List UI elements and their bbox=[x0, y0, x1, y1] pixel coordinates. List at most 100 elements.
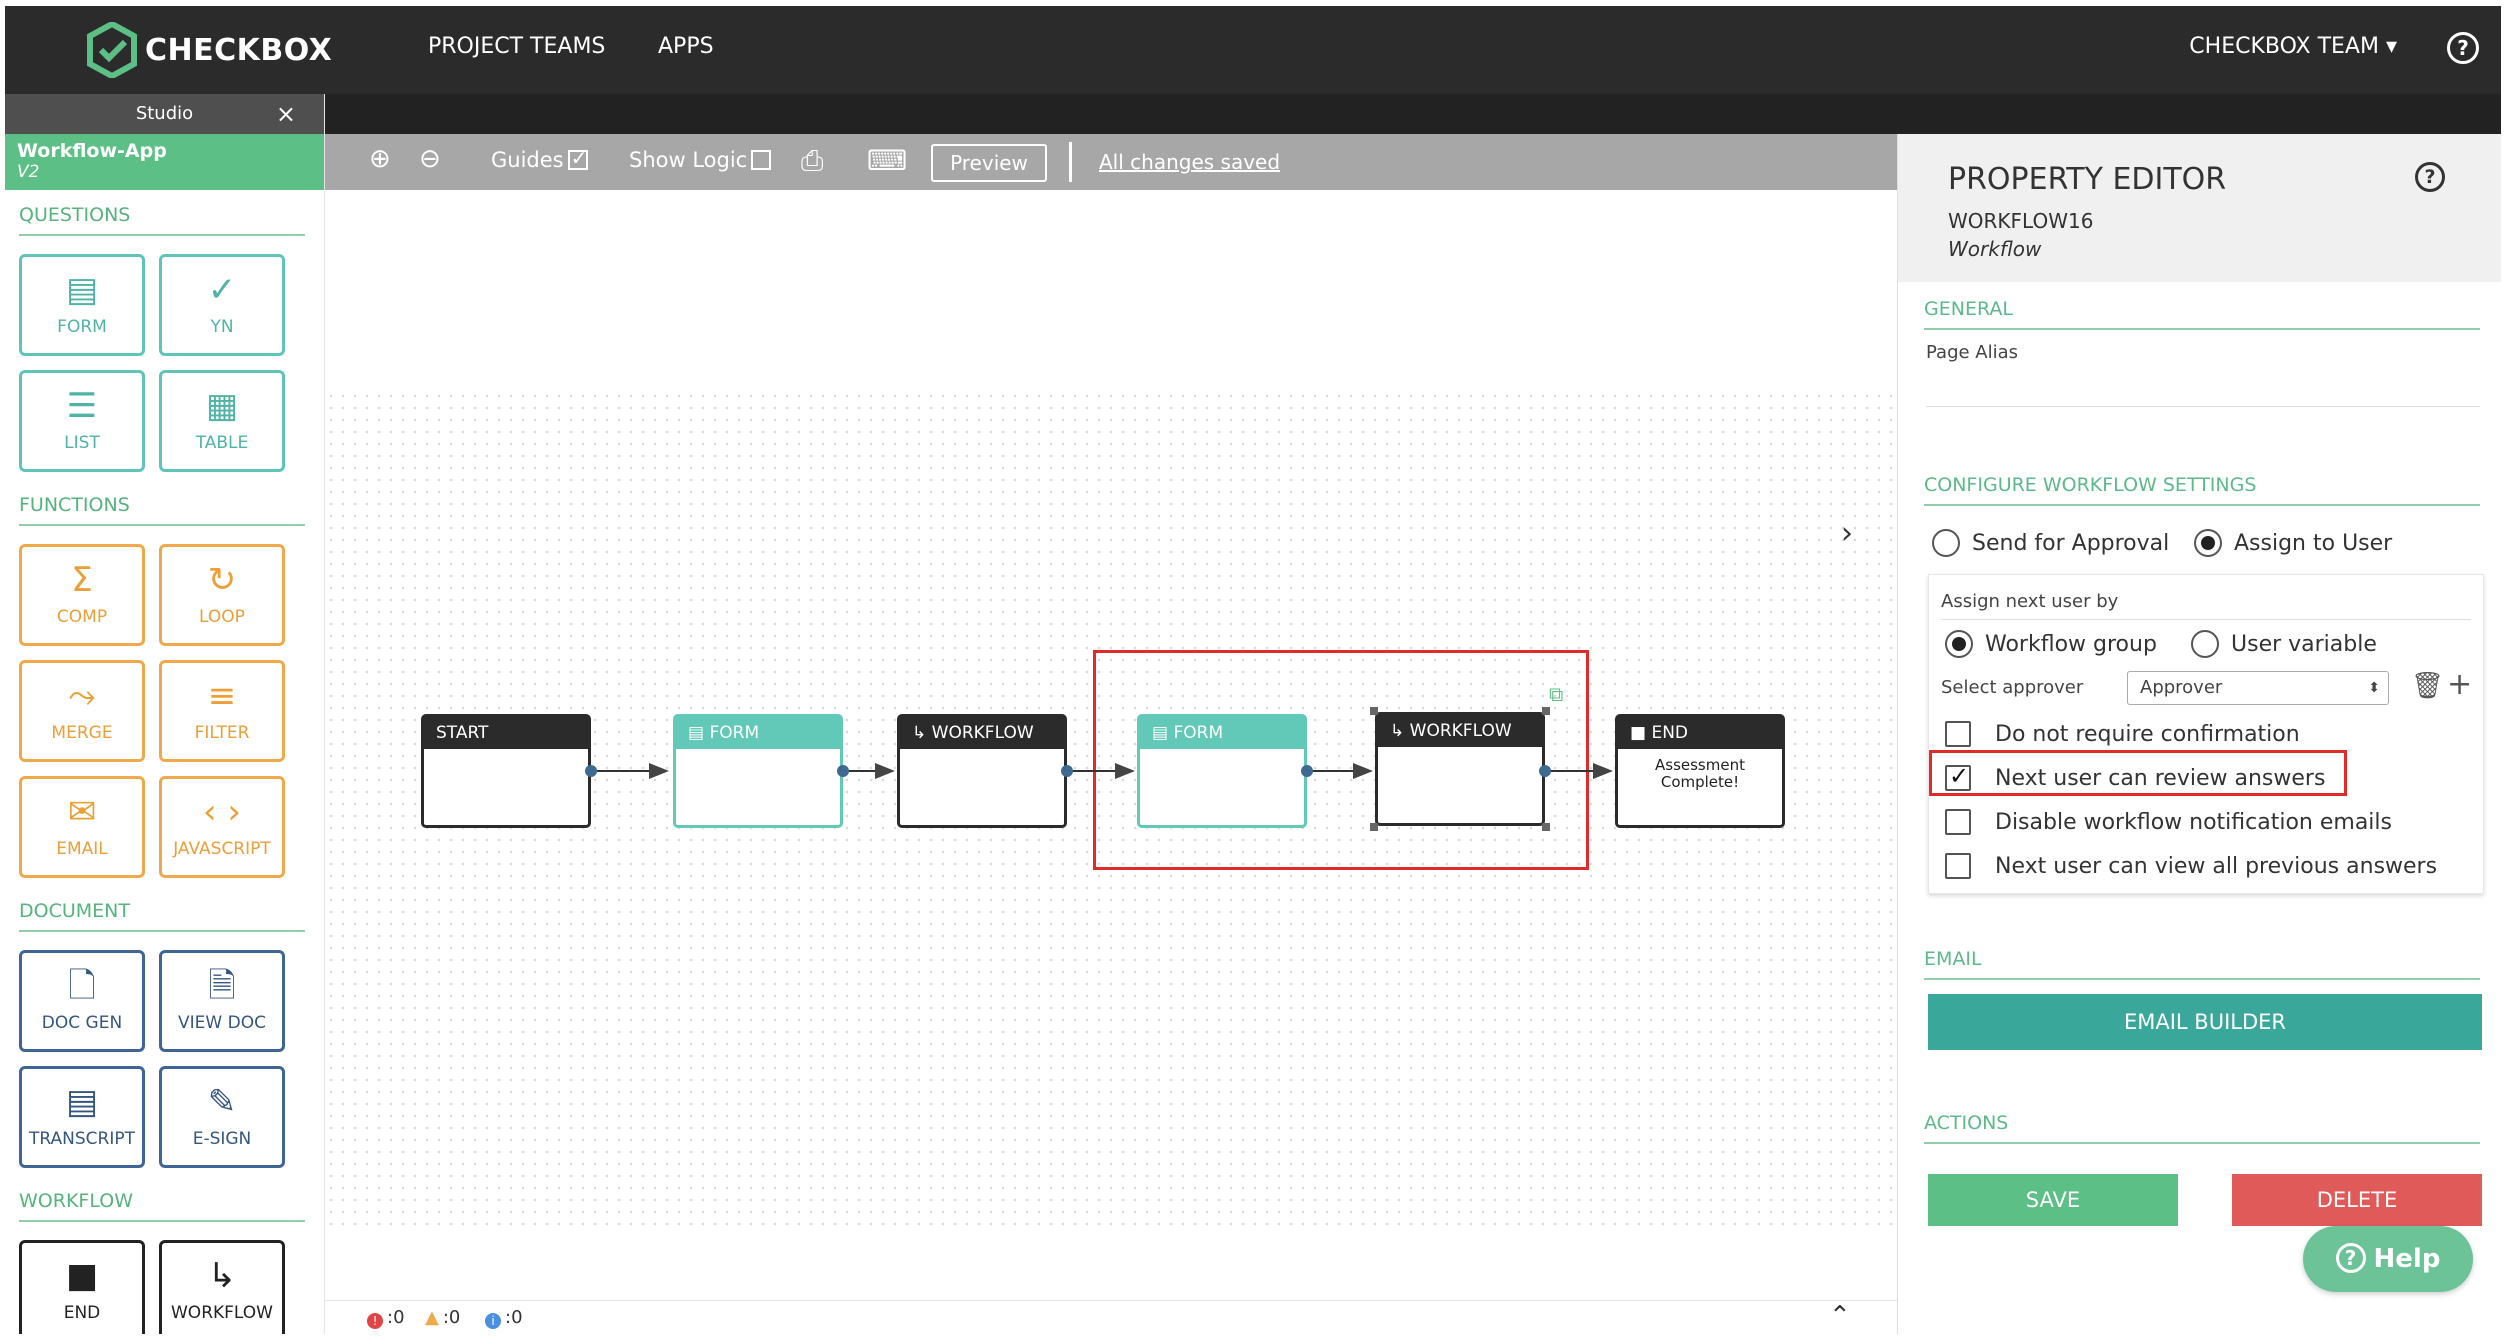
workflow-canvas[interactable]: START ▤ FORM ↳ WORKFLOW ▤ FORM ↳ WORKFLO… bbox=[325, 190, 1897, 1300]
output-port[interactable] bbox=[1061, 765, 1073, 777]
trash-icon[interactable]: 🗑 bbox=[2411, 671, 2444, 701]
tile-label: DOC GEN bbox=[41, 1013, 123, 1033]
zoom-in-icon[interactable]: ⊕ bbox=[369, 144, 391, 174]
tile-label: FILTER bbox=[194, 723, 250, 743]
show-logic-checkbox[interactable] bbox=[751, 150, 772, 170]
checkbox[interactable] bbox=[1945, 721, 1971, 747]
radio-workflow-group[interactable]: Workflow group bbox=[1945, 630, 2157, 658]
tile-email[interactable]: ✉ EMAIL bbox=[19, 776, 145, 878]
app-version: V2 bbox=[17, 162, 40, 182]
tile-comp[interactable]: Σ COMP bbox=[19, 544, 145, 646]
preview-button[interactable]: Preview bbox=[931, 144, 1047, 182]
radio-user-variable[interactable]: User variable bbox=[2191, 630, 2377, 658]
radio-label: Workflow group bbox=[1985, 632, 2157, 657]
tile-doc-gen[interactable]: 🗋 DOC GEN bbox=[19, 950, 145, 1052]
nav-apps[interactable]: APPS bbox=[658, 34, 714, 59]
email-builder-button[interactable]: EMAIL BUILDER bbox=[1928, 994, 2482, 1050]
chevron-up-icon[interactable]: ⌃ bbox=[1829, 1301, 1851, 1331]
radio-button[interactable] bbox=[2194, 529, 2222, 557]
help-icon[interactable]: ? bbox=[2415, 162, 2445, 192]
copy-icon[interactable]: ⧉ bbox=[1549, 682, 1563, 706]
output-port[interactable] bbox=[837, 765, 849, 777]
resize-handle[interactable] bbox=[1370, 823, 1378, 831]
tile-workflow[interactable]: ↳ WORKFLOW bbox=[159, 1240, 285, 1334]
delete-button[interactable]: DELETE bbox=[2232, 1174, 2482, 1226]
form-icon: ▤ bbox=[1152, 723, 1174, 743]
output-port[interactable] bbox=[1539, 765, 1551, 777]
tile-merge[interactable]: ⤳ MERGE bbox=[19, 660, 145, 762]
section-general: GENERAL bbox=[1924, 298, 2480, 330]
checkbox[interactable] bbox=[1945, 809, 1971, 835]
resize-handle[interactable] bbox=[1370, 707, 1378, 715]
keyboard-icon[interactable]: ⌨ bbox=[867, 144, 907, 177]
nav-project-teams[interactable]: PROJECT TEAMS bbox=[428, 34, 605, 59]
arrow-icon bbox=[875, 763, 895, 779]
tile-form[interactable]: ▤ FORM bbox=[19, 254, 145, 356]
approver-select[interactable]: Approver ⬍ bbox=[2127, 671, 2389, 705]
warning-count[interactable]: ▲:0 bbox=[425, 1307, 460, 1328]
tile-filter[interactable]: ≡ FILTER bbox=[159, 660, 285, 762]
tile-label: END bbox=[63, 1303, 101, 1323]
page-alias-input[interactable] bbox=[1926, 406, 2480, 407]
connector bbox=[1307, 770, 1355, 772]
node-end[interactable]: ■ END Assessment Complete! bbox=[1615, 714, 1785, 828]
highlight-box bbox=[1929, 750, 2347, 796]
option-view-previous-answers[interactable]: Next user can view all previous answers bbox=[1945, 853, 2437, 879]
tile-loop[interactable]: ↻ LOOP bbox=[159, 544, 285, 646]
show-logic-toggle[interactable]: Show Logic bbox=[629, 148, 772, 172]
top-navigation-bar: CHECKBOX PROJECT TEAMS APPS CHECKBOX TEA… bbox=[5, 6, 2501, 94]
output-port[interactable] bbox=[1301, 765, 1313, 777]
canvas-toolbar: ⊕ ⊖ Guides ✓ Show Logic ⎙ ⌨ Preview All c… bbox=[325, 134, 1897, 190]
save-status-link[interactable]: All changes saved bbox=[1099, 150, 1280, 174]
help-button[interactable]: ? Help bbox=[2303, 1226, 2473, 1292]
tile-table[interactable]: ▦ TABLE bbox=[159, 370, 285, 472]
studio-sidebar: Studio × Workflow-App V2 QUESTIONS ▤ FORM… bbox=[5, 94, 325, 1334]
zoom-out-icon[interactable]: ⊖ bbox=[419, 144, 441, 174]
show-logic-label: Show Logic bbox=[629, 148, 748, 172]
studio-tab[interactable]: Studio × bbox=[5, 94, 324, 134]
plus-icon[interactable]: + bbox=[2447, 667, 2472, 702]
team-name: CHECKBOX TEAM bbox=[2189, 34, 2379, 59]
error-count[interactable]: !:0 bbox=[367, 1307, 405, 1329]
option-disable-notification-emails[interactable]: Disable workflow notification emails bbox=[1945, 809, 2392, 835]
radio-button[interactable] bbox=[1932, 529, 1960, 557]
node-form-1[interactable]: ▤ FORM bbox=[673, 714, 843, 828]
property-editor: PROPERTY EDITOR WORKFLOW16 Workflow ? GE… bbox=[1897, 134, 2501, 1334]
output-port[interactable] bbox=[585, 765, 597, 777]
arrow-icon bbox=[1353, 763, 1373, 779]
tile-list[interactable]: ☰ LIST bbox=[19, 370, 145, 472]
tile-javascript[interactable]: ‹ › JAVASCRIPT bbox=[159, 776, 285, 878]
help-icon[interactable]: ? bbox=[2447, 32, 2479, 64]
radio-send-for-approval[interactable]: Send for Approval bbox=[1932, 529, 2169, 557]
radio-button[interactable] bbox=[1945, 630, 1973, 658]
node-label: FORM bbox=[1173, 723, 1224, 743]
resize-handle[interactable] bbox=[1542, 823, 1550, 831]
radio-assign-to-user[interactable]: Assign to User bbox=[2194, 529, 2392, 557]
select-value: Approver bbox=[2140, 677, 2223, 698]
guides-checkbox[interactable]: ✓ bbox=[567, 146, 588, 170]
save-button[interactable]: SAVE bbox=[1928, 1174, 2178, 1226]
node-start[interactable]: START bbox=[421, 714, 591, 828]
chevron-right-icon[interactable]: › bbox=[1841, 516, 1853, 551]
tile-transcript[interactable]: ▤ TRANSCRIPT bbox=[19, 1066, 145, 1168]
resize-handle[interactable] bbox=[1542, 707, 1550, 715]
info-count[interactable]: i:0 bbox=[485, 1307, 523, 1329]
brand-logo[interactable]: CHECKBOX bbox=[87, 22, 332, 78]
team-dropdown[interactable]: CHECKBOX TEAM ▾ bbox=[2189, 34, 2397, 59]
connector bbox=[1545, 770, 1595, 772]
checkbox-logo-icon bbox=[87, 22, 137, 78]
tile-yn[interactable]: ✓ YN bbox=[159, 254, 285, 356]
tile-end[interactable]: ■ END bbox=[19, 1240, 145, 1334]
turn-arrow-icon: ↳ bbox=[1390, 721, 1410, 741]
print-icon[interactable]: ⎙ bbox=[801, 144, 823, 178]
node-workflow-1[interactable]: ↳ WORKFLOW bbox=[897, 714, 1067, 828]
guides-toggle[interactable]: Guides ✓ bbox=[491, 146, 588, 172]
radio-button[interactable] bbox=[2191, 630, 2219, 658]
tile-view-doc[interactable]: 🗎 VIEW DOC bbox=[159, 950, 285, 1052]
node-workflow-2[interactable]: ↳ WORKFLOW bbox=[1375, 712, 1545, 826]
node-form-2[interactable]: ▤ FORM bbox=[1137, 714, 1307, 828]
close-icon[interactable]: × bbox=[276, 94, 296, 134]
tile-e-sign[interactable]: ✎ E-SIGN bbox=[159, 1066, 285, 1168]
checkbox[interactable] bbox=[1945, 853, 1971, 879]
option-do-not-require-confirmation[interactable]: Do not require confirmation bbox=[1945, 721, 2300, 747]
